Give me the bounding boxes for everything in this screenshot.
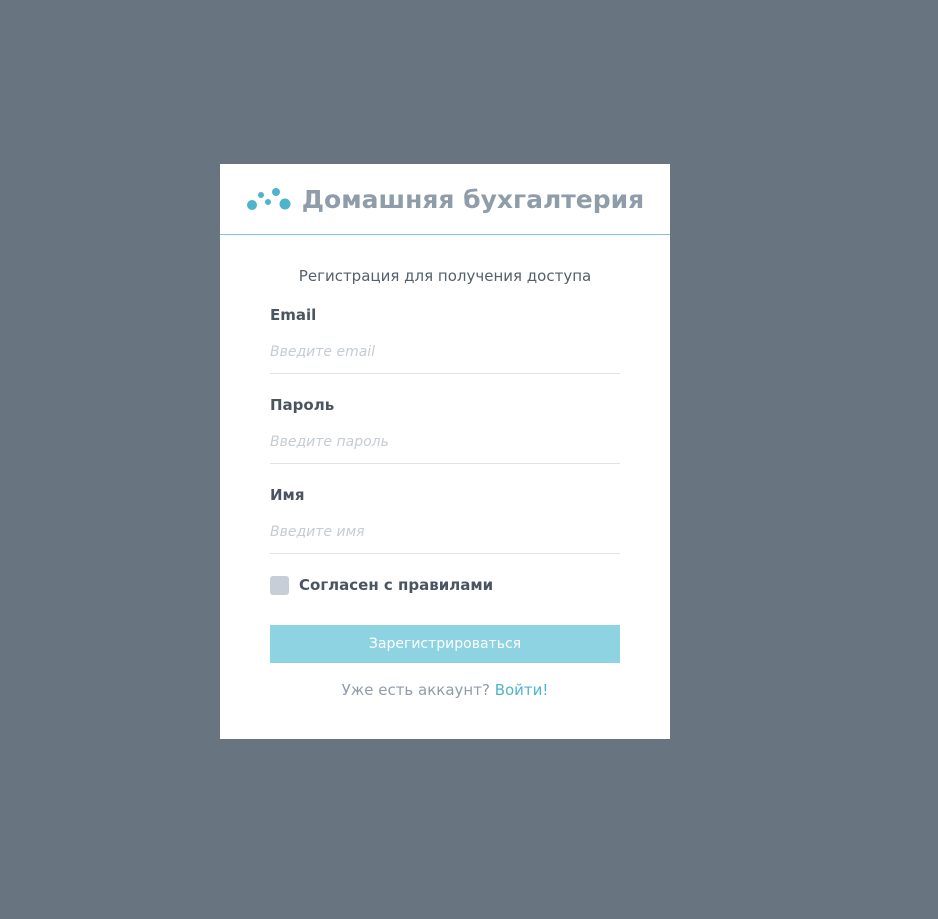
- form-subtitle: Регистрация для получения доступа: [298, 267, 592, 285]
- register-button[interactable]: Зарегистрироваться: [270, 625, 620, 663]
- password-label: Пароль: [270, 396, 335, 414]
- agree-checkbox[interactable]: [270, 575, 289, 595]
- login-question: Уже есть аккаунт?: [341, 681, 490, 699]
- name-label: Имя: [270, 486, 305, 504]
- app-title: Домашняя бухгалтерия: [301, 184, 645, 214]
- agree-label[interactable]: Согласен с правилами: [299, 576, 493, 594]
- login-prompt: Уже есть аккаунт? Войти!: [270, 681, 620, 699]
- card-header: Домашняя бухгалтерия: [220, 164, 670, 235]
- agree-row: Согласен с правилами: [270, 575, 620, 595]
- login-link[interactable]: Войти!: [495, 681, 549, 699]
- dots-logo-icon: [246, 188, 291, 210]
- password-field[interactable]: [270, 430, 620, 464]
- email-label: Email: [270, 306, 317, 324]
- email-field[interactable]: [270, 340, 620, 374]
- name-field[interactable]: [270, 520, 620, 554]
- registration-card: Домашняя бухгалтерия Регистрация для пол…: [220, 164, 670, 739]
- registration-form: Регистрация для получения доступа Email …: [220, 267, 670, 699]
